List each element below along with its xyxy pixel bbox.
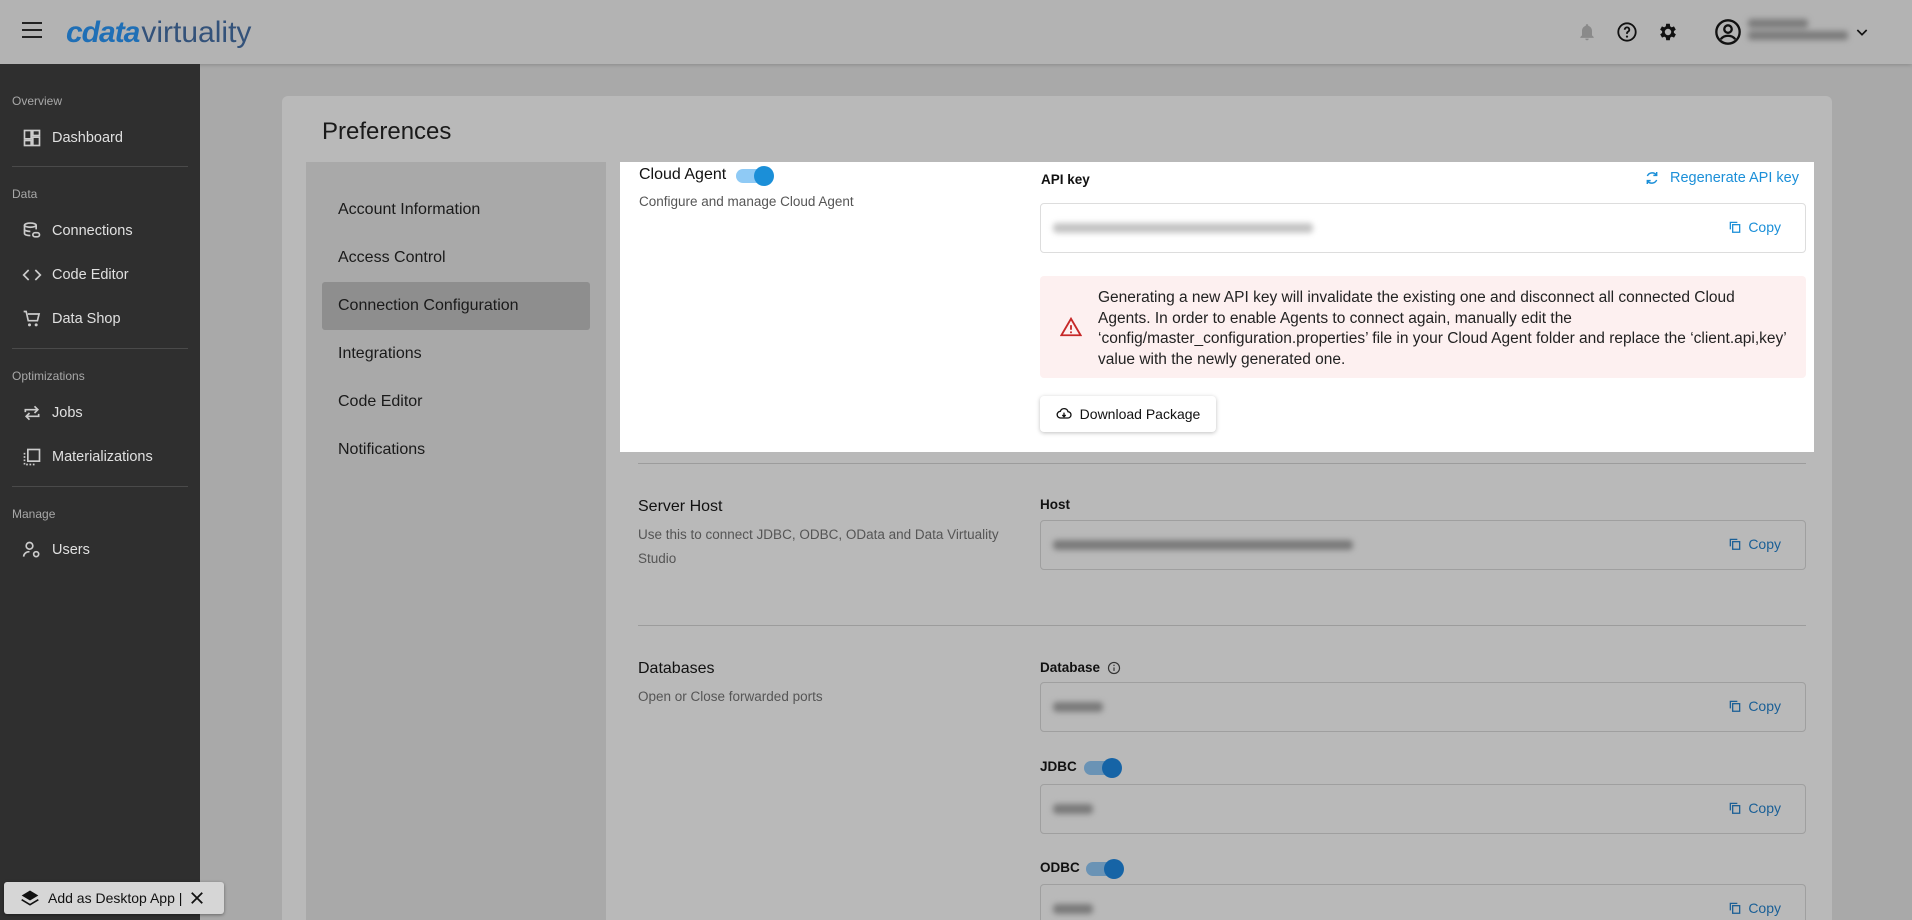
top-bar: cdata virtuality [0, 0, 1912, 64]
databases-title: Databases [638, 660, 715, 677]
copy-icon [1730, 221, 1741, 233]
nav-code-editor[interactable]: Code Editor [322, 378, 590, 426]
copy-odbc-button[interactable]: Copy [1728, 900, 1781, 916]
database-field[interactable]: Copy [1040, 682, 1806, 732]
close-icon[interactable] [188, 889, 206, 907]
odbc-label: ODBC [1040, 860, 1080, 875]
sidebar-item-label: Users [52, 542, 90, 558]
odbc-value [1053, 904, 1093, 914]
cloud-agent-description: Configure and manage Cloud Agent [639, 194, 854, 209]
api-key-label: API key [1041, 172, 1090, 187]
regenerate-api-key-label: Regenerate API key [1670, 170, 1799, 186]
materialization-icon [23, 448, 41, 466]
sidebar-item-label: Jobs [52, 405, 83, 421]
page-title: Preferences [322, 118, 452, 145]
sidebar-item-label: Connections [52, 223, 133, 239]
logo-suffix: virtuality [141, 16, 252, 49]
warning-text: Generating a new API key will invalidate… [1098, 289, 1787, 368]
sidebar-divider [12, 166, 188, 167]
copy-icon [1730, 700, 1741, 712]
nav-account-information[interactable]: Account Information [322, 186, 590, 234]
sidebar-section-optimizations: Optimizations [12, 369, 85, 383]
nav-integrations[interactable]: Integrations [322, 330, 590, 378]
database-label: Database [1040, 660, 1101, 675]
add-desktop-app-label: Add as Desktop App | [48, 890, 183, 906]
gear-icon[interactable] [1655, 19, 1681, 45]
code-icon [22, 269, 42, 281]
info-icon[interactable] [1107, 661, 1121, 675]
host-field[interactable]: Copy [1040, 520, 1806, 570]
database-value [1053, 702, 1103, 712]
cart-icon [23, 310, 41, 327]
databases-description: Open or Close forwarded ports [638, 689, 823, 704]
add-desktop-app-banner[interactable]: Add as Desktop App | [4, 882, 224, 914]
sidebar: Overview Dashboard Data Connections Code… [0, 64, 200, 920]
cloud-agent-toggle[interactable] [736, 166, 774, 186]
sidebar-item-materializations[interactable]: Materializations [22, 443, 153, 471]
sidebar-section-data: Data [12, 187, 38, 201]
chevron-down-icon[interactable] [1849, 19, 1875, 45]
sidebar-item-jobs[interactable]: Jobs [22, 399, 83, 427]
jdbc-value [1053, 804, 1093, 814]
logo-brand: cdata [66, 16, 140, 49]
copy-icon [1730, 902, 1741, 914]
copy-icon [1730, 802, 1741, 814]
copy-database-button[interactable]: Copy [1728, 698, 1781, 714]
bell-icon[interactable] [1574, 19, 1600, 45]
copy-jdbc-button[interactable]: Copy [1728, 800, 1781, 816]
sidebar-item-data-shop[interactable]: Data Shop [22, 305, 121, 333]
sidebar-item-code-editor[interactable]: Code Editor [22, 261, 129, 289]
host-value [1053, 540, 1353, 550]
sidebar-item-label: Data Shop [52, 311, 121, 327]
layers-icon [21, 890, 39, 906]
server-host-description: Use this to connect JDBC, ODBC, OData an… [638, 527, 999, 566]
refresh-icon [1646, 172, 1658, 184]
jdbc-label: JDBC [1040, 759, 1077, 774]
sidebar-section-manage: Manage [12, 507, 56, 521]
copy-api-key-button[interactable]: Copy [1728, 219, 1781, 235]
help-icon[interactable] [1614, 19, 1640, 45]
account-icon[interactable] [1713, 17, 1743, 47]
sidebar-section-overview: Overview [12, 94, 63, 108]
regenerate-api-key-button[interactable]: Regenerate API key [1644, 170, 1799, 186]
server-host-title: Server Host [638, 498, 723, 515]
sidebar-item-users[interactable]: Users [22, 536, 90, 564]
sidebar-item-label: Materializations [52, 449, 153, 465]
repeat-icon [24, 405, 40, 421]
download-package-button[interactable]: Download Package [1040, 396, 1216, 432]
sidebar-item-label: Dashboard [52, 130, 123, 146]
copy-icon [1730, 538, 1741, 550]
section-divider [638, 625, 1806, 626]
sidebar-divider [12, 348, 188, 349]
sidebar-item-dashboard[interactable]: Dashboard [22, 124, 123, 152]
database-link-icon [23, 222, 41, 238]
odbc-field[interactable]: Copy [1040, 884, 1806, 920]
dashboard-icon [23, 129, 41, 147]
host-label: Host [1040, 497, 1070, 512]
sidebar-item-connections[interactable]: Connections [22, 217, 133, 245]
api-key-field[interactable]: Copy [1040, 203, 1806, 253]
nav-notifications[interactable]: Notifications [322, 426, 590, 474]
jdbc-toggle[interactable] [1084, 758, 1122, 778]
cloud-agent-title: Cloud Agent [639, 166, 727, 183]
user-settings-icon [22, 541, 40, 558]
api-key-warning: Generating a new API key will invalidate… [1040, 276, 1806, 378]
warning-icon [1060, 316, 1082, 337]
preferences-nav: Account Information Access Control Conne… [306, 162, 606, 920]
api-key-value [1053, 223, 1313, 233]
copy-host-button[interactable]: Copy [1728, 536, 1781, 552]
user-name[interactable] [1748, 16, 1858, 46]
jdbc-field[interactable]: Copy [1040, 784, 1806, 834]
cloud-download-icon [1056, 408, 1072, 419]
app-logo[interactable]: cdata virtuality [66, 16, 252, 49]
sidebar-item-label: Code Editor [52, 267, 129, 283]
sidebar-divider [12, 486, 188, 487]
nav-connection-configuration[interactable]: Connection Configuration [322, 282, 590, 330]
nav-access-control[interactable]: Access Control [322, 234, 590, 282]
menu-icon[interactable] [22, 22, 42, 38]
odbc-toggle[interactable] [1086, 859, 1124, 879]
section-divider [638, 463, 1806, 464]
